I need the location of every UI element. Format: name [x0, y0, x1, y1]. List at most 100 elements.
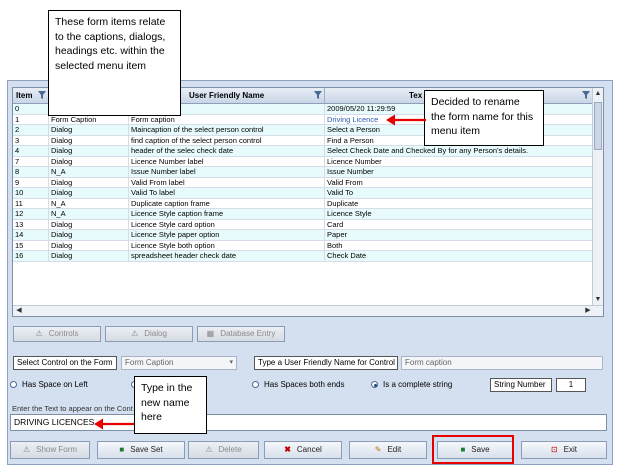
scroll-right-icon[interactable]: ▶ [583, 306, 593, 316]
save-icon: ■ [119, 445, 125, 454]
string-number-input[interactable]: 1 [556, 378, 586, 392]
cell-text: Licence Style [325, 209, 593, 220]
cell-text: Check Date [325, 251, 593, 262]
column-header-item[interactable]: Item [13, 88, 49, 104]
cell-type: Dialog [49, 156, 129, 167]
filter-icon[interactable] [38, 91, 46, 99]
cell-item: 15 [13, 240, 49, 251]
cell-name: Licence Style both option [129, 240, 325, 251]
cell-type: N_A [49, 209, 129, 220]
table-row[interactable]: 15 Dialog Licence Style both option Both [13, 240, 593, 251]
cell-name: Form caption [129, 114, 325, 125]
friendly-name-input[interactable]: Form caption [401, 356, 603, 370]
text-entry-label: Enter the Text to appear on the Cont [12, 404, 133, 413]
dialog-button[interactable]: ⚠ Dialog [105, 326, 193, 342]
cell-item: 2 [13, 125, 49, 136]
cell-type: Dialog [49, 219, 129, 230]
radio-spaces-both[interactable]: Has Spaces both ends [252, 380, 345, 390]
database-entry-button[interactable]: ▦ Database Entry [197, 326, 285, 342]
cell-type: Form Caption [49, 114, 129, 125]
filter-icon[interactable] [582, 91, 590, 99]
vertical-scrollbar[interactable]: ▲ ▼ [592, 88, 603, 306]
red-arrow-icon [386, 114, 426, 126]
radio-space-left[interactable]: Has Space on Left [10, 380, 88, 390]
cell-type: Dialog [49, 125, 129, 136]
cell-name: Licence Style card option [129, 219, 325, 230]
callout-form-items: These form items relate to the captions,… [48, 10, 181, 116]
scroll-left-icon[interactable]: ◀ [14, 306, 24, 316]
table-row[interactable]: 14 Dialog Licence Style paper option Paper [13, 230, 593, 241]
friendly-name-label: Type a User Friendly Name for Control [254, 356, 398, 370]
callout-type-name: Type in the new name here [134, 376, 207, 434]
cell-type: N_A [49, 198, 129, 209]
cell-item: 11 [13, 198, 49, 209]
cell-name: header of the selec check date [129, 146, 325, 157]
cell-name: Maincaption of the select person control [129, 125, 325, 136]
exit-button-label: Exit [563, 445, 578, 455]
show-form-button[interactable]: ⚠ Show Form [10, 441, 90, 459]
cell-text: Duplicate [325, 198, 593, 209]
table-row[interactable]: 11 N_A Duplicate caption frame Duplicate [13, 198, 593, 209]
select-control-dropdown[interactable]: Form Caption ▾ [121, 356, 237, 370]
column-header-text-label: Tex [409, 91, 423, 100]
edit-button-label: Edit [387, 445, 402, 455]
cell-item: 9 [13, 177, 49, 188]
edit-button[interactable]: ✎ Edit [349, 441, 427, 459]
cell-item: 7 [13, 156, 49, 167]
table-row[interactable]: 10 Dialog Valid To label Valid To [13, 188, 593, 199]
cell-name: Licence Number label [129, 156, 325, 167]
pencil-icon: ✎ [374, 445, 382, 454]
table-row[interactable]: 9 Dialog Valid From label Valid From [13, 177, 593, 188]
cell-item: 10 [13, 188, 49, 199]
cell-text: Paper [325, 230, 593, 241]
cell-type: Dialog [49, 177, 129, 188]
table-row[interactable]: 4 Dialog header of the selec check date Sel… [13, 146, 593, 157]
scroll-thumb[interactable] [594, 102, 602, 150]
cell-item: 16 [13, 251, 49, 262]
table-row[interactable]: 8 N_A Issue Number label Issue Number [13, 167, 593, 178]
scroll-up-icon[interactable]: ▲ [593, 89, 603, 99]
cell-type: Dialog [49, 146, 129, 157]
controls-button[interactable]: ⚠ Controls [13, 326, 101, 342]
exit-button[interactable]: ⊡ Exit [521, 441, 607, 459]
radio-complete-string-label: Is a complete string [383, 380, 453, 389]
cancel-button[interactable]: ✖ Cancel [264, 441, 342, 459]
delete-button[interactable]: ⚠ Delete [188, 441, 259, 459]
column-header-item-label: Item [16, 91, 33, 100]
cell-name: find caption of the select person contro… [129, 135, 325, 146]
cell-item: 8 [13, 167, 49, 178]
table-row[interactable]: 13 Dialog Licence Style card option Card [13, 219, 593, 230]
cell-name: Licence Style paper option [129, 230, 325, 241]
table-row[interactable]: 7 Dialog Licence Number label Licence Numbe… [13, 156, 593, 167]
cell-text: Licence Number [325, 156, 593, 167]
close-icon: ✖ [284, 445, 291, 454]
cell-item: 13 [13, 219, 49, 230]
chevron-down-icon[interactable]: ▾ [229, 357, 233, 369]
select-control-label: Select Control on the Form [13, 356, 117, 370]
cell-name: Valid To label [129, 188, 325, 199]
cell-text: Valid To [325, 188, 593, 199]
show-form-button-label: Show Form [36, 445, 78, 455]
cell-name: Valid From label [129, 177, 325, 188]
red-arrow-icon [94, 418, 134, 430]
cell-type: Dialog [49, 230, 129, 241]
save-set-button-label: Save Set [130, 445, 163, 455]
save-set-button[interactable]: ■ Save Set [97, 441, 185, 459]
filter-icon[interactable] [314, 91, 322, 99]
cell-text: Valid From [325, 177, 593, 188]
radio-complete-string[interactable]: Is a complete string [371, 380, 452, 390]
warning-icon: ⚠ [205, 445, 213, 454]
cell-text: Both [325, 240, 593, 251]
radio-spaces-both-label: Has Spaces both ends [264, 380, 345, 389]
database-entry-button-label: Database Entry [220, 329, 276, 339]
table-row[interactable]: 12 N_A Licence Style caption frame Licence … [13, 209, 593, 220]
cell-item: 4 [13, 146, 49, 157]
cell-text: Issue Number [325, 167, 593, 178]
scroll-down-icon[interactable]: ▼ [593, 295, 603, 305]
cancel-button-label: Cancel [296, 445, 322, 455]
horizontal-scrollbar[interactable]: ◀ ▶ [13, 305, 603, 316]
warning-icon: ⚠ [22, 445, 31, 454]
select-control-value: Form Caption [125, 358, 174, 367]
cell-item: 14 [13, 230, 49, 241]
table-row[interactable]: 16 Dialog spreadsheet header check date Che… [13, 251, 593, 262]
